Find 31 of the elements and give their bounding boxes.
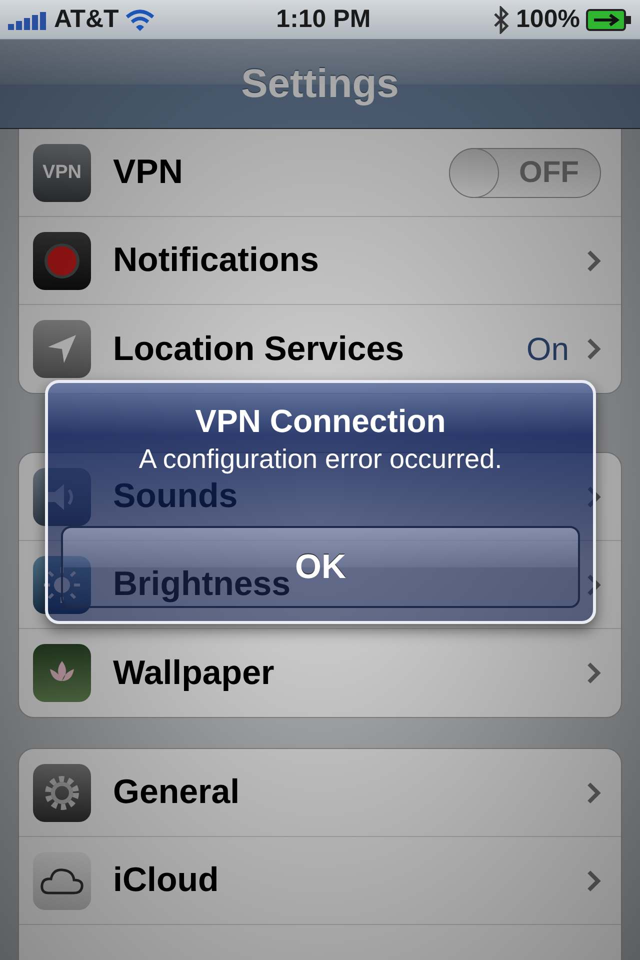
setting-label[interactable]: VPN — [113, 153, 183, 192]
setting-label[interactable]: Wallpaper — [113, 654, 274, 692]
vpn-icon: VPN — [33, 144, 91, 202]
notifications-icon — [33, 232, 91, 290]
setting-label[interactable]: General — [113, 773, 240, 812]
chevron-icon — [587, 486, 601, 508]
speaker-icon — [33, 468, 91, 526]
battery-percentage: 100% — [516, 5, 580, 34]
bluetooth-icon — [492, 6, 510, 34]
photo-placeholder — [33, 644, 91, 702]
gear-icon — [33, 764, 91, 822]
chevron-icon — [587, 782, 601, 804]
sun-icon — [33, 556, 91, 614]
signal-icon — [8, 10, 48, 30]
navigation-title: Settings — [241, 62, 399, 106]
alert-message: A configuration error occurred. — [138, 444, 502, 475]
chevron-icon — [587, 574, 601, 596]
chevron-icon — [587, 338, 601, 360]
cloud-icon — [33, 852, 91, 910]
chevron-icon — [587, 250, 601, 272]
setting-label[interactable]: Notifications — [113, 241, 319, 280]
setting-value: On — [526, 330, 569, 368]
battery-charging-icon — [586, 8, 632, 32]
chevron-icon — [587, 870, 601, 892]
wifi-icon — [124, 8, 155, 30]
status-time: 1:10 PM — [276, 5, 371, 34]
chevron-icon — [587, 662, 601, 684]
carrier-name: AT&T — [54, 5, 119, 34]
setting-label[interactable]: Location Services — [113, 330, 404, 368]
alert-title: VPN Connection — [195, 403, 446, 440]
setting-label[interactable]: iCloud — [113, 861, 219, 900]
